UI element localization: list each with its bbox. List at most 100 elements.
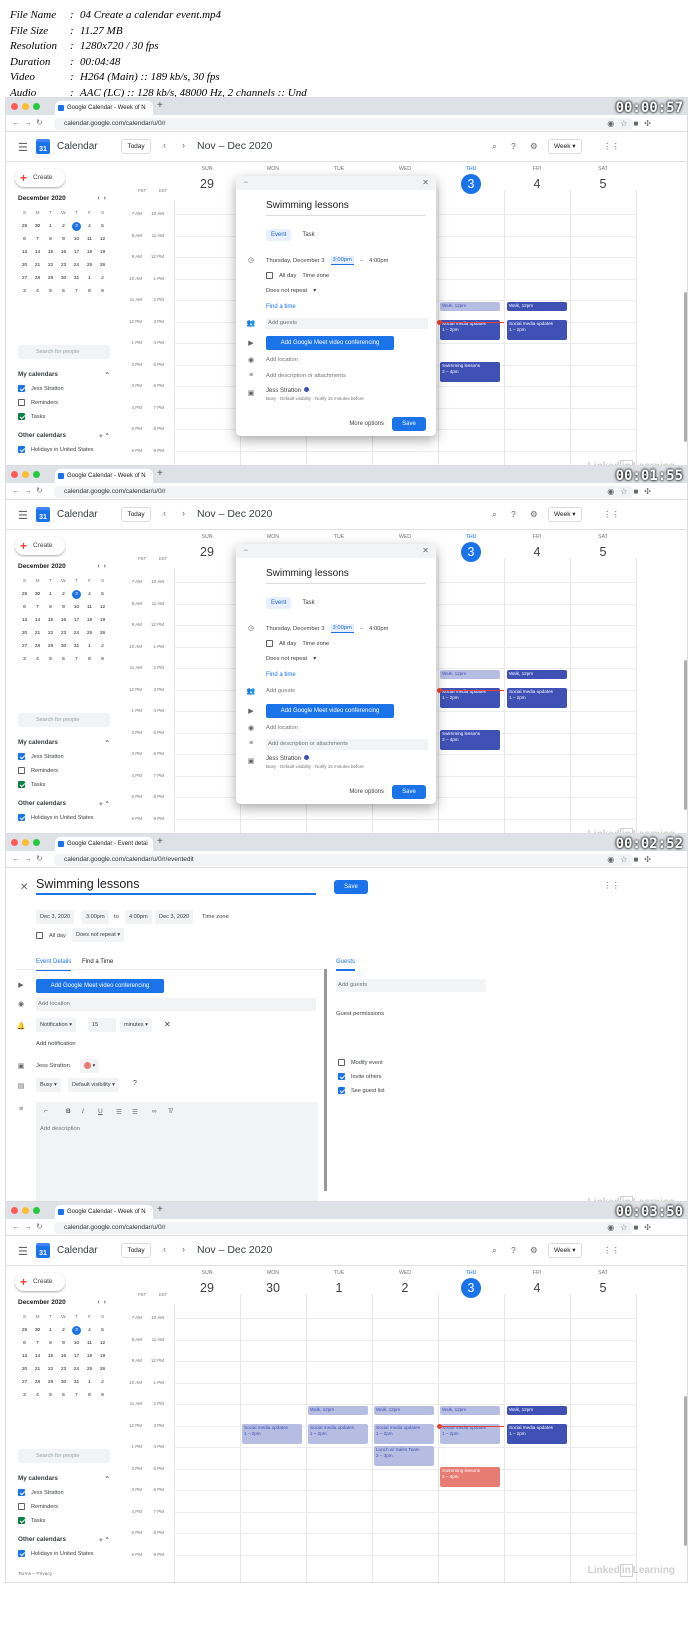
calendar-item[interactable]: Jess Stratton	[18, 1489, 64, 1496]
day-number[interactable]: 3	[461, 174, 481, 194]
event-chip[interactable]: Social media updates 1 – 2pm	[507, 1424, 567, 1444]
repeat-select[interactable]: Does not repeat ▾	[266, 656, 316, 662]
mini-calendar-day[interactable]: 12	[96, 233, 109, 246]
mini-calendar-day[interactable]: 8	[83, 285, 96, 298]
extension-icon[interactable]: ■	[633, 1223, 638, 1232]
checkbox-checked[interactable]	[338, 1087, 345, 1094]
today-button[interactable]: Today	[121, 139, 151, 154]
day-header[interactable]: WED 2	[372, 1266, 438, 1304]
mini-calendar-day[interactable]: 2	[57, 1324, 70, 1337]
mini-calendar-day[interactable]: 1	[83, 272, 96, 285]
mini-calendar-day[interactable]: 8	[83, 1389, 96, 1402]
mini-calendar-day[interactable]: 2	[57, 588, 70, 601]
mini-calendar-day[interactable]: 14	[31, 246, 44, 259]
event-date[interactable]: Thursday, December 3	[266, 626, 325, 632]
mini-calendar-day[interactable]: 1	[44, 220, 57, 233]
mini-calendar-day[interactable]: 8	[44, 233, 57, 246]
start-time-field[interactable]: 3:00pm	[82, 910, 109, 924]
bulleted-list-icon[interactable]: ☰	[132, 1108, 138, 1116]
numbered-list-icon[interactable]: ☰	[116, 1108, 122, 1116]
mini-calendar-day[interactable]: 17	[70, 1350, 83, 1363]
mini-calendar-day[interactable]: 10	[70, 233, 83, 246]
day-header[interactable]: SAT 5	[570, 1266, 636, 1304]
visibility-select[interactable]: Default visibility ▾	[68, 1078, 119, 1092]
day-header[interactable]: THU 3	[438, 162, 504, 200]
day-header[interactable]: FRI 4	[504, 1266, 570, 1304]
scrollbar[interactable]	[684, 660, 687, 810]
mini-calendar-day[interactable]: 31	[70, 640, 83, 653]
mini-calendar-day[interactable]: 6	[18, 233, 31, 246]
forward-icon[interactable]: →	[24, 118, 32, 127]
mini-calendar-day[interactable]: 2	[96, 272, 109, 285]
browser-tab[interactable]: Google Calendar - Week of N	[55, 101, 153, 115]
url-field[interactable]: calendar.google.com/calendar/u/0/r	[54, 1222, 634, 1234]
guest-permission[interactable]: Modify event	[338, 1059, 383, 1066]
end-time-field[interactable]: 4:00pm	[125, 910, 152, 924]
checkbox-unchecked[interactable]	[18, 399, 25, 406]
mini-calendar-day[interactable]: 28	[31, 1376, 44, 1389]
mini-calendar-day[interactable]: 6	[57, 1389, 70, 1402]
start-time-field[interactable]: 3:00pm	[330, 256, 354, 265]
mini-calendar-day[interactable]: 2	[96, 1376, 109, 1389]
mini-calendar-day[interactable]: 6	[18, 1337, 31, 1350]
event-chip[interactable]: Walk, 12pm	[440, 1406, 500, 1415]
mini-calendar-day[interactable]: 6	[57, 285, 70, 298]
event-chip[interactable]: Social media updates 1 – 2pm	[507, 688, 567, 708]
calendar-item[interactable]: Holidays in United States	[18, 1550, 94, 1557]
italic-icon[interactable]: I	[82, 1108, 84, 1115]
search-icon[interactable]: ⌕	[492, 141, 497, 152]
mini-calendar-day[interactable]: 8	[44, 1337, 57, 1350]
day-header[interactable]: SUN 29	[174, 530, 240, 568]
repeat-select[interactable]: Does not repeat ▾	[72, 928, 125, 942]
close-window-icon[interactable]	[11, 1207, 18, 1214]
mini-calendar-day[interactable]: 9	[57, 601, 70, 614]
browser-tab[interactable]: Google Calendar - Week of N	[55, 1205, 153, 1219]
mini-calendar-day[interactable]: 15	[44, 614, 57, 627]
reload-icon[interactable]: ↻	[36, 1222, 43, 1231]
mini-calendar-day[interactable]: 7	[70, 653, 83, 666]
new-tab-icon[interactable]: +	[157, 1204, 163, 1215]
minimize-window-icon[interactable]	[22, 471, 29, 478]
extension-icon[interactable]: ■	[633, 119, 638, 128]
next-week-icon[interactable]: ›	[182, 508, 185, 518]
checkbox-checked[interactable]	[338, 1073, 345, 1080]
previous-week-icon[interactable]: ‹	[163, 1244, 166, 1254]
day-header[interactable]: THU 3	[438, 1266, 504, 1304]
add-google-meet-button[interactable]: Add Google Meet video conferencing	[266, 336, 394, 350]
event-title-input[interactable]: Swimming lessons	[266, 200, 426, 216]
calendar-item[interactable]: Reminders	[18, 767, 58, 774]
mini-calendar-day[interactable]: 13	[18, 246, 31, 259]
mini-calendar-day[interactable]: 18	[83, 246, 96, 259]
star-icon[interactable]: ☆	[620, 487, 627, 496]
footer-links[interactable]: Terms – Privacy	[18, 1572, 52, 1577]
mini-calendar-day[interactable]: 4	[83, 588, 96, 601]
dialog-drag-bar[interactable]: ═ ✕	[236, 176, 436, 190]
add-description-input[interactable]: Add description or attachments	[266, 739, 428, 750]
search-people-input[interactable]: Search for people	[18, 713, 110, 727]
search-icon[interactable]: ⌕	[492, 509, 497, 520]
minimize-window-icon[interactable]	[22, 103, 29, 110]
day-number[interactable]: 4	[504, 542, 570, 562]
mini-calendar-day[interactable]: 7	[31, 233, 44, 246]
mini-calendar-day[interactable]: 3	[18, 1389, 31, 1402]
dialog-drag-bar[interactable]: ═ ✕	[236, 544, 436, 558]
mini-calendar-day[interactable]: 3	[18, 285, 31, 298]
calendar-item[interactable]: Tasks	[18, 781, 45, 788]
mini-calendar-day[interactable]: 9	[96, 653, 109, 666]
find-a-time-link[interactable]: Find a time	[266, 672, 296, 678]
bold-icon[interactable]: B	[66, 1108, 71, 1115]
mini-calendar-day[interactable]: 31	[70, 1376, 83, 1389]
mini-calendar-day[interactable]: 4	[83, 1324, 96, 1337]
event-chip[interactable]: Lunch w/ Sales Team 2 – 3pm	[374, 1446, 434, 1466]
create-button[interactable]: + Create	[15, 537, 65, 555]
mini-calendar-day[interactable]: 4	[31, 1389, 44, 1402]
mini-calendar-day[interactable]: 19	[96, 1350, 109, 1363]
event-owner[interactable]: Jess Stratton Busy · Default visibility ·…	[266, 755, 364, 769]
scrollbar[interactable]	[684, 1396, 687, 1546]
mini-calendar-day[interactable]: 21	[31, 259, 44, 272]
eye-icon[interactable]: ◉	[607, 487, 614, 496]
mini-calendar-day[interactable]: 12	[96, 601, 109, 614]
mini-calendar-day[interactable]: 29	[44, 272, 57, 285]
add-calendar-icon[interactable]: + ⌃	[99, 432, 110, 440]
mini-calendar-day[interactable]: 10	[70, 601, 83, 614]
